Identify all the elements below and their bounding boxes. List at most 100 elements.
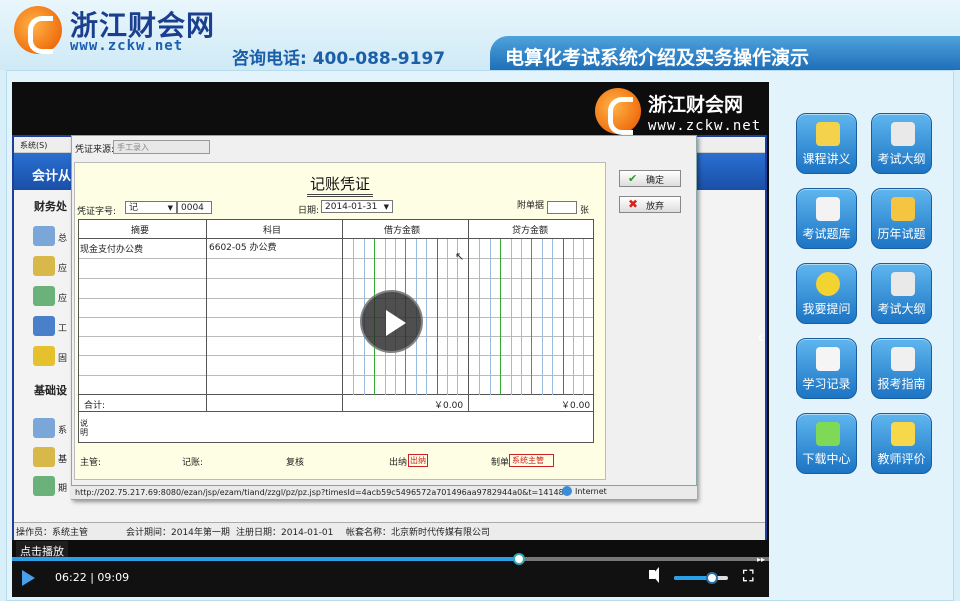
amount-column-line bbox=[426, 239, 428, 395]
status-url: http://202.75.217.69:8080/ezan/jsp/ezam/… bbox=[75, 488, 569, 497]
status-account: 帐套名称：北京新时代传媒有限公司 bbox=[346, 528, 491, 538]
amount-column-line bbox=[562, 239, 564, 395]
document-pencil-icon bbox=[891, 272, 915, 296]
supervisor-label: 主管: bbox=[80, 458, 102, 468]
column-header-summary: 摘要 bbox=[131, 226, 150, 236]
sidebar-button-label: 课程讲义 bbox=[802, 152, 851, 166]
watermark-logo-icon bbox=[595, 88, 641, 135]
notebook-check-icon bbox=[816, 122, 840, 146]
progress-handle[interactable] bbox=[513, 553, 525, 565]
amount-column-line bbox=[353, 239, 355, 395]
chevron-left-icon[interactable]: ‹ bbox=[757, 327, 764, 348]
left-item: 基 bbox=[58, 455, 68, 465]
sidebar-button-lecture[interactable]: 课程讲义 bbox=[796, 113, 857, 174]
column-header-credit: 贷方金额 bbox=[512, 226, 549, 236]
document-pencil-icon bbox=[891, 122, 915, 146]
status-reg-date: 注册日期：2014-01-01 bbox=[236, 528, 334, 538]
date-picker[interactable]: 2014-01-31 ▼ bbox=[321, 200, 393, 213]
sidebar-button-syllabus-2[interactable]: 考试大纲 bbox=[871, 263, 932, 324]
amount-column-line bbox=[447, 239, 448, 395]
remark-label: 说明 bbox=[80, 419, 88, 437]
cashier-label: 出纳 bbox=[389, 458, 408, 468]
sidebar-button-guide[interactable]: 报考指南 bbox=[871, 338, 932, 399]
volume-cone bbox=[652, 567, 659, 583]
sidebar-button-question-bank[interactable]: 考试题库 bbox=[796, 188, 857, 249]
cancel-button[interactable]: ✖ 放弃 bbox=[619, 196, 681, 213]
sidebar-button-label: 报考指南 bbox=[877, 377, 926, 391]
status-operator: 操作员：系统主管 bbox=[16, 528, 89, 538]
sidebar-button-label: 学习记录 bbox=[802, 377, 851, 391]
section-finance: 财务处 bbox=[34, 200, 67, 213]
sidebar-button-study-record[interactable]: 学习记录 bbox=[796, 338, 857, 399]
sidebar-button-syllabus[interactable]: 考试大纲 bbox=[871, 113, 932, 174]
zone-label: Internet bbox=[575, 487, 633, 496]
time-display: 06:22 | 09:09 bbox=[55, 571, 130, 584]
amount-column-line bbox=[436, 239, 438, 395]
amount-column-line bbox=[489, 239, 491, 395]
left-item: 系 bbox=[58, 426, 68, 436]
sidebar-button-label: 考试题库 bbox=[802, 227, 851, 241]
watermark-title: 浙江财会网 bbox=[648, 94, 744, 116]
status-period: 会计期间：2014年第一期 bbox=[126, 528, 230, 538]
system-icon bbox=[33, 418, 55, 438]
receivable-icon bbox=[33, 256, 55, 276]
left-item: 总 bbox=[58, 234, 68, 244]
hotline: 咨询电话: 400-088-9197 bbox=[232, 49, 446, 69]
left-item: 固 bbox=[58, 354, 68, 364]
volume-handle[interactable] bbox=[706, 572, 718, 584]
calendar-icon bbox=[816, 197, 840, 221]
voucher-type-label: 凭证字号: bbox=[77, 207, 117, 217]
fast-forward-icon[interactable]: ▸▸ bbox=[757, 555, 765, 564]
left-item: 应 bbox=[58, 294, 68, 304]
chevron-down-icon: ▼ bbox=[383, 203, 389, 211]
play-overlay-button[interactable] bbox=[360, 290, 423, 353]
debit-total: ￥0.00 bbox=[434, 401, 464, 411]
watermark-url: www.zckw.net bbox=[648, 118, 762, 134]
amount-column-line bbox=[573, 239, 574, 395]
sidebar-button-label: 下载中心 bbox=[802, 452, 851, 466]
sidebar-button-feedback[interactable]: 教师评价 bbox=[871, 413, 932, 474]
amount-column-line bbox=[552, 239, 554, 395]
maker-stamp: 系统主管 bbox=[509, 454, 554, 467]
cancel-label: 放弃 bbox=[646, 202, 665, 212]
amount-column-line bbox=[531, 239, 533, 395]
row-summary[interactable]: 现金支付办公费 bbox=[80, 242, 143, 255]
check-icon: ✔ bbox=[628, 172, 638, 185]
left-item: 工 bbox=[58, 324, 68, 334]
voucher-title: 记账凭证 bbox=[306, 175, 374, 197]
bookkeeper-label: 记账: bbox=[182, 458, 204, 468]
source-field[interactable]: 手工录入 bbox=[113, 140, 210, 154]
sidebar-button-ask[interactable]: 我要提问 bbox=[796, 263, 857, 324]
logo-url[interactable]: www.zckw.net bbox=[70, 38, 183, 54]
confirm-button[interactable]: ✔ 确定 bbox=[619, 170, 681, 187]
voucher-type-value: 记 bbox=[129, 203, 139, 213]
section-basic: 基础设 bbox=[34, 384, 67, 397]
basic-info-icon bbox=[33, 447, 55, 467]
folder-open-icon bbox=[891, 197, 915, 221]
sidebar-button-label: 历年试题 bbox=[877, 227, 926, 241]
left-item: 应 bbox=[58, 264, 68, 274]
sidebar-button-past-exams[interactable]: 历年试题 bbox=[871, 188, 932, 249]
cashier-stamp: 出纳 bbox=[408, 454, 428, 467]
attachments-field[interactable] bbox=[547, 201, 577, 214]
entry-grid[interactable] bbox=[78, 219, 594, 412]
page-title: 电算化考试系统介绍及实务操作演示 bbox=[505, 47, 810, 69]
row-account[interactable]: 6602-05 办公费 bbox=[209, 240, 276, 253]
fullscreen-icon[interactable]: ⛶ bbox=[743, 569, 754, 584]
amount-column-line bbox=[510, 239, 512, 395]
source-label: 凭证来源: bbox=[75, 145, 115, 155]
attachments-unit: 张 bbox=[580, 206, 590, 216]
amount-column-line bbox=[500, 239, 502, 395]
voucher-number-field[interactable]: 0004 bbox=[177, 201, 212, 214]
chat-bubbles-icon bbox=[891, 422, 915, 446]
play-icon[interactable] bbox=[22, 570, 35, 586]
sidebar-button-download[interactable]: 下载中心 bbox=[796, 413, 857, 474]
voucher-type-select[interactable]: 记 ▼ bbox=[125, 201, 177, 214]
amount-column-line bbox=[479, 239, 481, 395]
ledger-icon bbox=[33, 226, 55, 246]
globe-icon bbox=[562, 486, 572, 496]
progress-fill bbox=[12, 557, 519, 561]
amount-column-line bbox=[583, 239, 585, 395]
remark-box[interactable] bbox=[78, 412, 594, 443]
logo-icon[interactable] bbox=[14, 6, 62, 54]
